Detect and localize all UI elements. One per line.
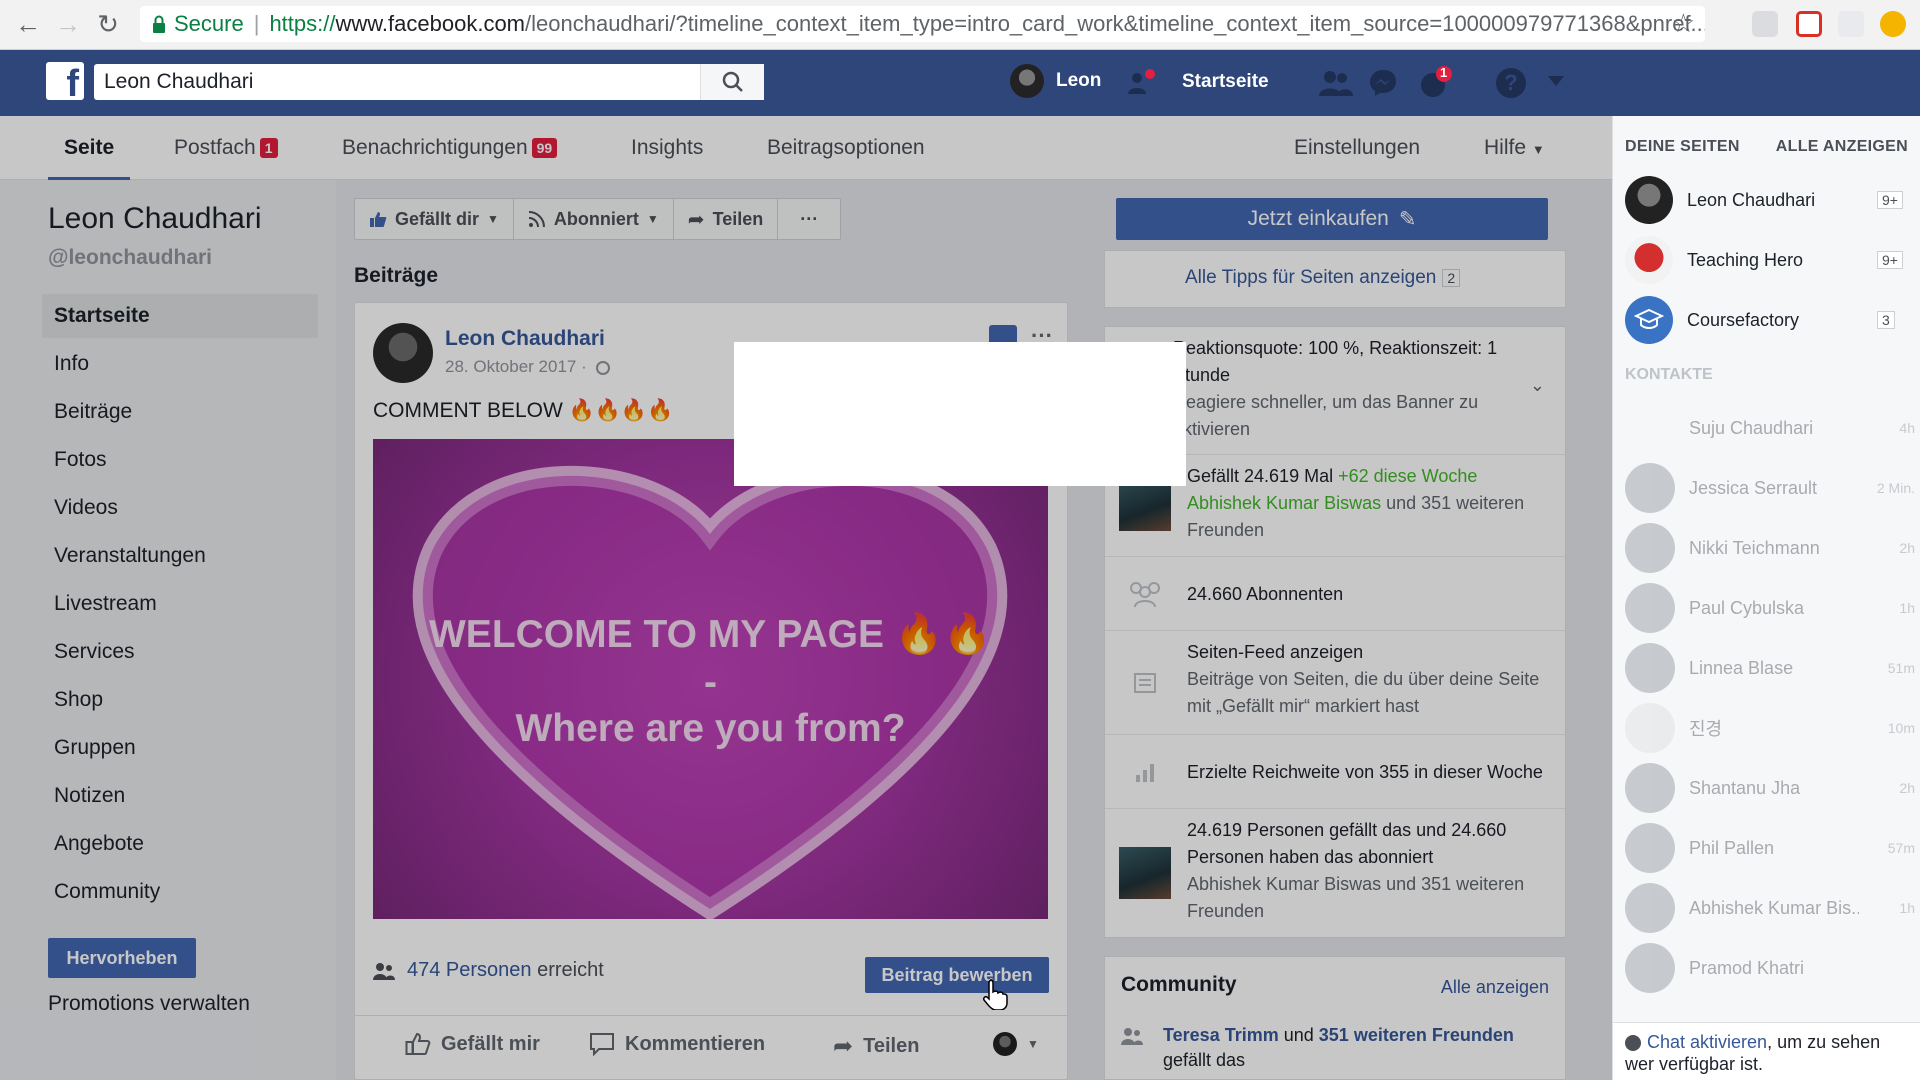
page-avatar	[1625, 236, 1673, 284]
contact-name: Linnea Blase	[1689, 657, 1794, 678]
show-all-pages-link[interactable]: ALLE ANZEIGEN	[1776, 138, 1908, 156]
hand-cursor-icon	[983, 979, 1008, 1010]
extension-alert-icon[interactable]	[1880, 11, 1906, 37]
contact-avatar	[1625, 643, 1675, 693]
url-path: /leonchaudhari/?timeline_context_item_ty…	[525, 11, 1705, 36]
contact-avatar	[1625, 523, 1675, 573]
contact-item[interactable]: Abhishek Kumar Bis... 1h	[1625, 880, 1915, 936]
friend-requests-icon[interactable]	[1318, 68, 1354, 104]
contact-name: Pramod Khatri	[1689, 957, 1805, 978]
secure-label: Secure	[174, 11, 244, 36]
contact-item[interactable]: Nikki Teichmann 2h	[1625, 520, 1915, 576]
url-separator: |	[253, 11, 260, 36]
contact-item[interactable]: Jessica Serrault 2 Min.	[1625, 460, 1915, 516]
contact-item[interactable]: Phil Pallen 57m	[1625, 820, 1915, 876]
modal-overlay[interactable]	[0, 116, 1612, 1080]
page-item-teaching-hero[interactable]: Teaching Hero 9+	[1625, 232, 1915, 288]
contact-avatar	[1625, 403, 1675, 453]
search-button[interactable]	[700, 64, 764, 100]
profile-link[interactable]: Leon	[1010, 64, 1101, 98]
contact-name: Paul Cybulska	[1689, 597, 1805, 618]
contact-item[interactable]: Suju Chaudhari 4h	[1625, 400, 1915, 456]
your-pages-heading: DEINE SEITEN	[1625, 138, 1740, 155]
lock-icon	[153, 15, 165, 33]
loading-dialog[interactable]	[734, 342, 1186, 486]
contact-item[interactable]: Linnea Blase 51m	[1625, 640, 1915, 696]
facebook-logo-icon[interactable]: f	[46, 62, 84, 100]
contact-active-time: 1h	[1899, 600, 1915, 616]
contact-avatar	[1625, 883, 1675, 933]
contact-item[interactable]: Paul Cybulska 1h	[1625, 580, 1915, 636]
page-item-coursefactory[interactable]: Coursefactory 3	[1625, 292, 1915, 348]
url-host: www.facebook.com	[335, 11, 526, 36]
browser-toolbar: ← → ↻ Secure | https://www.facebook.com /…	[0, 0, 1920, 50]
help-icon[interactable]: ?	[1496, 68, 1526, 98]
contact-avatar	[1625, 943, 1675, 993]
profile-avatar	[1010, 64, 1044, 98]
search-box[interactable]	[94, 64, 764, 100]
chat-person-icon	[1625, 1035, 1641, 1052]
contact-active-time: 2 Min.	[1876, 480, 1915, 496]
extension-puzzle-icon[interactable]	[1838, 11, 1864, 37]
search-icon	[722, 71, 743, 92]
profile-name: Leon	[1056, 70, 1102, 91]
page-count-badge: 3	[1877, 311, 1895, 329]
facebook-header: f Leon Startseite 1 ?	[0, 50, 1920, 116]
contact-name: Shantanu Jha	[1689, 777, 1801, 798]
graduation-cap-icon	[1634, 308, 1664, 329]
contact-avatar	[1625, 583, 1675, 633]
contact-avatar	[1625, 703, 1675, 753]
contact-avatar	[1625, 823, 1675, 873]
page-avatar	[1625, 176, 1673, 224]
account-menu-chevron-icon[interactable]	[1548, 76, 1564, 86]
bookmark-star-icon[interactable]: ☆	[1672, 8, 1695, 39]
contact-active-time: 4h	[1899, 420, 1915, 436]
contact-active-time: 2h	[1899, 540, 1915, 556]
page-count-badge: 9+	[1877, 251, 1903, 269]
home-link[interactable]: Startseite	[1182, 71, 1269, 93]
page-avatar	[1625, 296, 1673, 344]
contact-active-time: 51m	[1887, 660, 1915, 676]
back-icon[interactable]: ←	[8, 5, 48, 45]
contact-item[interactable]: Shantanu Jha 2h	[1625, 760, 1915, 816]
search-input[interactable]	[104, 70, 684, 94]
contact-item[interactable]: Pramod Khatri	[1625, 940, 1915, 996]
notifications-globe-icon[interactable]: 1	[1418, 65, 1452, 106]
contact-active-time: 57m	[1887, 840, 1915, 856]
page-item-leon-chaudhari[interactable]: Leon Chaudhari 9+	[1625, 172, 1915, 228]
contact-name: Phil Pallen	[1689, 837, 1775, 858]
reload-icon[interactable]: ↻	[88, 5, 128, 45]
contact-active-time: 10m	[1887, 720, 1915, 736]
address-bar[interactable]: Secure | https://www.facebook.com/leonch…	[140, 6, 1705, 42]
forward-icon[interactable]: →	[48, 5, 88, 45]
contact-name: Abhishek Kumar Bis...	[1689, 897, 1859, 918]
extension-video-icon[interactable]	[1796, 11, 1822, 37]
chat-activate-link[interactable]: Chat aktivieren	[1647, 1032, 1767, 1052]
contact-active-time: 1h	[1899, 900, 1915, 916]
friend-finder-icon[interactable]	[1126, 68, 1156, 98]
page-name: Leon Chaudhari	[1687, 189, 1816, 210]
page-count-badge: 9+	[1877, 191, 1903, 209]
right-sidebar: DEINE SEITEN ALLE ANZEIGEN Leon Chaudhar…	[1612, 116, 1920, 1080]
contact-avatar	[1625, 463, 1675, 513]
contact-name: 진경	[1689, 719, 1723, 739]
messenger-icon[interactable]	[1368, 68, 1398, 104]
contact-name: Jessica Serrault	[1689, 477, 1818, 498]
contact-name: Nikki Teichmann	[1689, 537, 1820, 558]
contact-name: Suju Chaudhari	[1689, 417, 1814, 438]
extension-gmail-icon[interactable]	[1752, 11, 1778, 37]
url-protocol: https://	[269, 11, 336, 36]
contacts-heading: KONTAKTE	[1625, 366, 1713, 383]
chat-activate-bar: Chat aktivieren, um zu sehen wer verfügb…	[1613, 1022, 1920, 1080]
contact-item[interactable]: 진경 10m	[1625, 700, 1915, 756]
page-name: Teaching Hero	[1687, 249, 1804, 270]
contact-active-time: 2h	[1899, 780, 1915, 796]
contact-avatar	[1625, 763, 1675, 813]
secure-indicator[interactable]: Secure	[152, 11, 244, 37]
page-name: Coursefactory	[1687, 309, 1800, 330]
notification-count: 1	[1440, 65, 1448, 80]
